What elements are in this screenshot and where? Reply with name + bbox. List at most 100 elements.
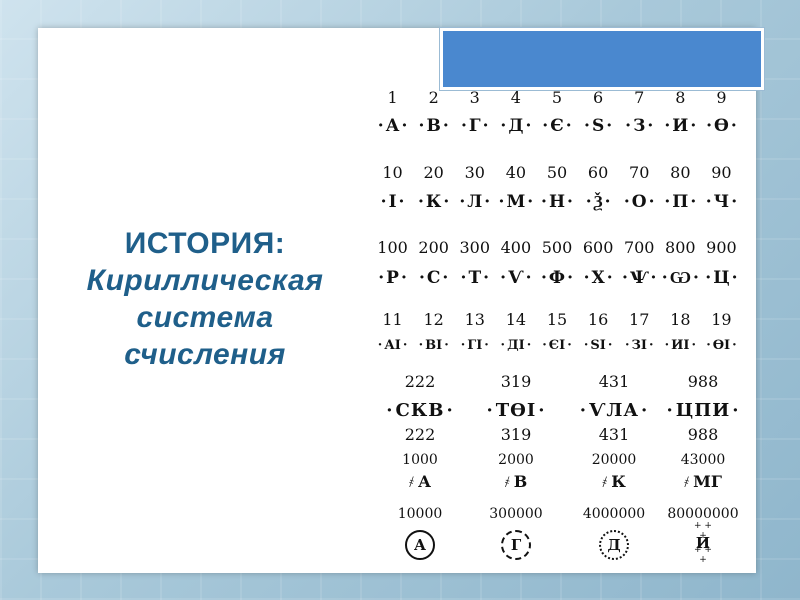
- numeral-table: 1 2 3 4 5 6 7 8 9 А В Г Д Є S З И Ѳ 10 2…: [372, 80, 742, 570]
- hundreds-number: 200: [418, 238, 449, 257]
- units-number: 1: [387, 88, 398, 107]
- hundreds-number: 100: [377, 238, 408, 257]
- units-letter: Є: [536, 116, 577, 136]
- large-item: Д: [564, 530, 664, 560]
- tens-letter: О: [619, 192, 660, 212]
- teens-number: 15: [546, 310, 568, 329]
- hundreds-letter: Х: [578, 268, 619, 288]
- large-number: 10000: [397, 506, 443, 522]
- teens-number: 16: [587, 310, 609, 329]
- thousand-sign-icon: ҂: [684, 473, 690, 491]
- compound-number: 319: [500, 372, 532, 391]
- compound-numbers-top-row: 222 319 431 988: [372, 372, 742, 391]
- thousand-sign-icon: ҂: [504, 473, 510, 491]
- thousands-number: 43000: [680, 452, 726, 468]
- thousands-letter: МГ: [693, 472, 722, 491]
- thousands-letter: А: [417, 472, 432, 491]
- units-letter: Г: [454, 116, 495, 136]
- teens-number: 19: [711, 310, 732, 329]
- compound-number: 222: [404, 372, 436, 391]
- hundreds-letter: С: [413, 268, 454, 288]
- tens-number: 60: [587, 163, 609, 182]
- thousands-item: ҂ К: [564, 472, 664, 492]
- large-letters-row: А Г Д И: [372, 521, 742, 565]
- teens-letter: АІ: [372, 338, 413, 353]
- hundreds-letter: Ф: [536, 268, 577, 288]
- hundreds-letters-row: Р С Т Ѵ Ф Х Ѱ Ѡ Ц: [372, 268, 742, 288]
- hundreds-number: 500: [541, 238, 573, 257]
- teens-letter: ЗІ: [619, 338, 660, 353]
- hundreds-letter: Р: [372, 268, 413, 288]
- hundreds-letter: Ѵ: [495, 268, 536, 288]
- teens-number: 17: [629, 310, 650, 329]
- hundreds-letter: Ѡ: [660, 268, 701, 288]
- compound-number: 431: [598, 372, 630, 391]
- tens-number: 80: [670, 163, 691, 182]
- hundreds-number: 900: [706, 238, 737, 257]
- teens-letter: ЄІ: [536, 338, 577, 353]
- teens-number: 11: [382, 310, 403, 329]
- teens-letter: ИІ: [660, 338, 701, 353]
- teens-letters-row: АІ ВІ ГІ ДІ ЄІ SІ ЗІ ИІ ѲІ: [372, 338, 742, 353]
- tens-letter: М: [495, 192, 536, 212]
- compound-letter: ѴЛА: [564, 400, 664, 421]
- tens-letter: Н: [536, 192, 577, 212]
- thousands-letters-row: ҂ А ҂ В ҂ К ҂ МГ: [372, 472, 742, 492]
- tens-letter: К: [413, 192, 454, 212]
- tens-letter: Ч: [701, 192, 742, 212]
- units-number: 2: [428, 88, 439, 107]
- teens-letter: ДІ: [495, 338, 536, 353]
- teens-letter: SІ: [578, 338, 619, 353]
- units-number: 8: [675, 88, 686, 107]
- compound-letter: ЦПИ: [664, 400, 742, 421]
- thousands-number: 1000: [402, 452, 438, 468]
- hundreds-letter: Т: [454, 268, 495, 288]
- tens-number: 20: [423, 163, 444, 182]
- large-letter: Д: [599, 530, 629, 560]
- tens-letters-row: І К Л М Н Ѯ О П Ч: [372, 192, 742, 212]
- large-letter: А: [405, 530, 435, 560]
- thousands-item: ҂ А: [372, 472, 468, 492]
- title-line-1: ИСТОРИЯ:: [124, 227, 286, 260]
- compound-numbers-bottom-row: 222 319 431 988: [372, 425, 742, 444]
- thousands-number: 2000: [498, 452, 534, 468]
- hundreds-number: 600: [582, 238, 614, 257]
- thousands-letter: В: [513, 472, 528, 491]
- units-number: 7: [634, 88, 645, 107]
- thousand-sign-icon: ҂: [408, 473, 414, 491]
- units-numbers-row: 1 2 3 4 5 6 7 8 9: [372, 88, 742, 107]
- units-letter: В: [413, 116, 454, 136]
- tens-number: 70: [629, 163, 650, 182]
- units-number: 5: [551, 88, 563, 107]
- hundreds-numbers-row: 100 200 300 400 500 600 700 800 900: [372, 238, 742, 257]
- title-line-4: счисления: [124, 338, 286, 371]
- teens-letter: ГІ: [454, 338, 495, 353]
- thousands-item: ҂ МГ: [664, 472, 742, 492]
- tens-numbers-row: 10 20 30 40 50 60 70 80 90: [372, 163, 742, 182]
- title-line-2: Кириллическая: [86, 264, 324, 297]
- compound-number: 431: [598, 425, 630, 444]
- teens-letter: ѲІ: [701, 338, 742, 353]
- title-line-3: система: [136, 301, 274, 334]
- tens-number: 50: [546, 163, 568, 182]
- compound-number: 319: [500, 425, 532, 444]
- compound-number: 988: [687, 372, 719, 391]
- large-item: А: [372, 530, 468, 560]
- large-number: 80000000: [667, 506, 739, 522]
- thousands-number: 20000: [591, 452, 637, 468]
- tens-number: 40: [505, 163, 527, 182]
- large-item: И: [664, 521, 742, 565]
- units-number: 3: [469, 88, 480, 107]
- large-number: 4000000: [582, 506, 646, 522]
- tens-number: 90: [711, 163, 732, 182]
- units-number: 6: [593, 88, 604, 107]
- teens-numbers-row: 11 12 13 14 15 16 17 18 19: [372, 310, 742, 329]
- thousands-item: ҂ В: [468, 472, 564, 492]
- large-numbers-row: 10000 300000 4000000 80000000: [372, 506, 742, 522]
- tens-letter: Ѯ: [578, 192, 619, 212]
- hundreds-number: 700: [623, 238, 655, 257]
- compound-letter: СКВ: [372, 400, 468, 421]
- units-letter: Ѳ: [701, 116, 742, 136]
- units-letter: S: [578, 116, 619, 136]
- thousands-numbers-row: 1000 2000 20000 43000: [372, 452, 742, 468]
